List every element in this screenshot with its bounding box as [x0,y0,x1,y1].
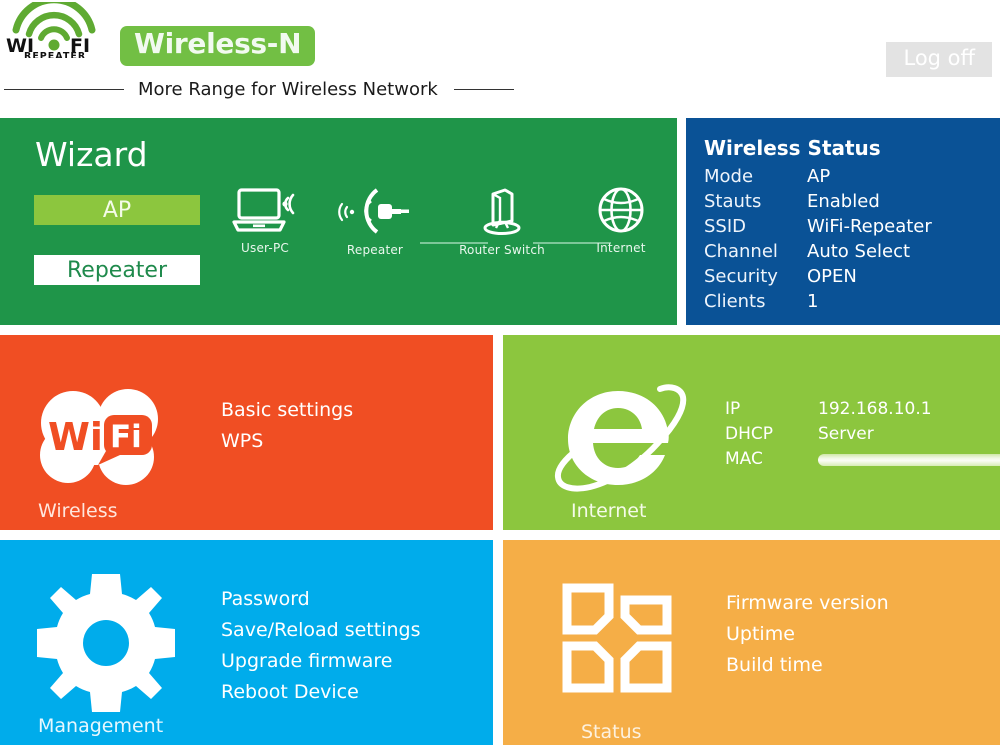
status-value: Auto Select [807,241,911,262]
wifi-icon: Wi Fi [28,383,180,491]
tagline-text: More Range for Wireless Network [138,78,438,100]
wireless-status-panel: Wireless Status Mode AP Stauts Enabled S… [686,118,1000,325]
diagram-label-router-switch: Router Switch [459,243,545,257]
internet-value: 192.168.10.1 [818,399,932,419]
status-panel-label: Status [581,721,642,744]
status-key: Stauts [704,191,762,212]
link-wps[interactable]: WPS [221,426,353,457]
internet-value: Server [818,424,874,444]
internet-info-list: IP 192.168.10.1 DHCP Server MAC [725,397,1000,472]
dashboard-grid: Wizard AP Repeater User-PC Repeater Rout… [0,118,1000,745]
wireless-links: Basic settings WPS [221,395,353,457]
tagline-rule-left [4,88,124,90]
wireless-panel-label: Wireless [38,500,118,523]
wireless-panel: Wi Fi Basic settings WPS Wireless [0,335,493,530]
status-key: Mode [704,166,754,187]
internet-explorer-icon [548,373,688,501]
status-row: Channel Auto Select [704,239,932,264]
wireless-status-list: Mode AP Stauts Enabled SSID WiFi-Repeate… [704,164,932,314]
status-row: Security OPEN [704,264,932,289]
status-key: Security [704,266,778,287]
status-key: Channel [704,241,778,262]
diagram-label-repeater: Repeater [346,243,404,257]
four-squares-icon [561,582,673,694]
diagram-label-user-pc: User-PC [241,241,289,255]
svg-text:Wi: Wi [48,415,103,459]
link-password[interactable]: Password [221,584,421,615]
status-row: Mode AP [704,164,932,189]
brand-badge: Wireless-N [120,26,316,66]
status-value: 1 [807,291,819,312]
wizard-title: Wizard [35,135,148,174]
network-diagram: User-PC Repeater Router Switch Internet [215,180,670,290]
link-firmware-version[interactable]: Firmware version [726,588,889,619]
wireless-status-title: Wireless Status [704,136,881,160]
link-uptime[interactable]: Uptime [726,619,889,650]
mac-address-redacted [818,454,1000,466]
page-header: WI FI REPEATER Wireless-N More Range for… [0,0,1000,110]
link-reboot-device[interactable]: Reboot Device [221,677,421,708]
internet-key: IP [725,399,741,419]
internet-panel-label: Internet [571,500,647,523]
internet-panel: IP 192.168.10.1 DHCP Server MAC Internet [503,335,1000,530]
internet-row: MAC [725,447,1000,472]
management-links: Password Save/Reload settings Upgrade fi… [221,584,421,708]
diagram-node-user-pc: User-PC [215,186,315,255]
diagram-node-internet: Internet [573,186,669,255]
internet-row: IP 192.168.10.1 [725,397,1000,422]
internet-key: DHCP [725,424,773,444]
status-row: Clients 1 [704,289,932,314]
status-value: AP [807,166,831,187]
status-links: Firmware version Uptime Build time [726,588,889,681]
link-basic-settings[interactable]: Basic settings [221,395,353,426]
internet-key: MAC [725,449,763,469]
diagram-node-router-switch: Router Switch [443,188,561,257]
link-save-reload-settings[interactable]: Save/Reload settings [221,615,421,646]
mode-repeater-button[interactable]: Repeater [34,255,200,285]
gear-icon [33,570,179,716]
wizard-panel: Wizard AP Repeater User-PC Repeater Rout… [0,118,677,325]
management-panel-label: Management [38,715,164,738]
tagline-rule-right [453,88,514,90]
status-row: Stauts Enabled [704,189,932,214]
status-value: OPEN [807,266,857,287]
link-build-time[interactable]: Build time [726,650,889,681]
tagline-row: More Range for Wireless Network [0,76,520,102]
svg-text:REPEATER: REPEATER [24,51,86,58]
wifi-repeater-logo: WI FI REPEATER [2,2,107,58]
svg-text:Fi: Fi [110,419,142,455]
diagram-node-repeater: Repeater [320,188,430,257]
internet-row: DHCP Server [725,422,1000,447]
status-panel: Firmware version Uptime Build time Statu… [503,540,1000,745]
status-value: WiFi-Repeater [807,216,932,237]
link-upgrade-firmware[interactable]: Upgrade firmware [221,646,421,677]
status-value: Enabled [807,191,880,212]
status-key: SSID [704,216,747,237]
diagram-label-internet: Internet [596,241,646,255]
status-row: SSID WiFi-Repeater [704,214,932,239]
mode-ap-button[interactable]: AP [34,195,200,225]
log-off-button[interactable]: Log off [886,42,992,78]
management-panel: Password Save/Reload settings Upgrade fi… [0,540,493,745]
status-key: Clients [704,291,766,312]
